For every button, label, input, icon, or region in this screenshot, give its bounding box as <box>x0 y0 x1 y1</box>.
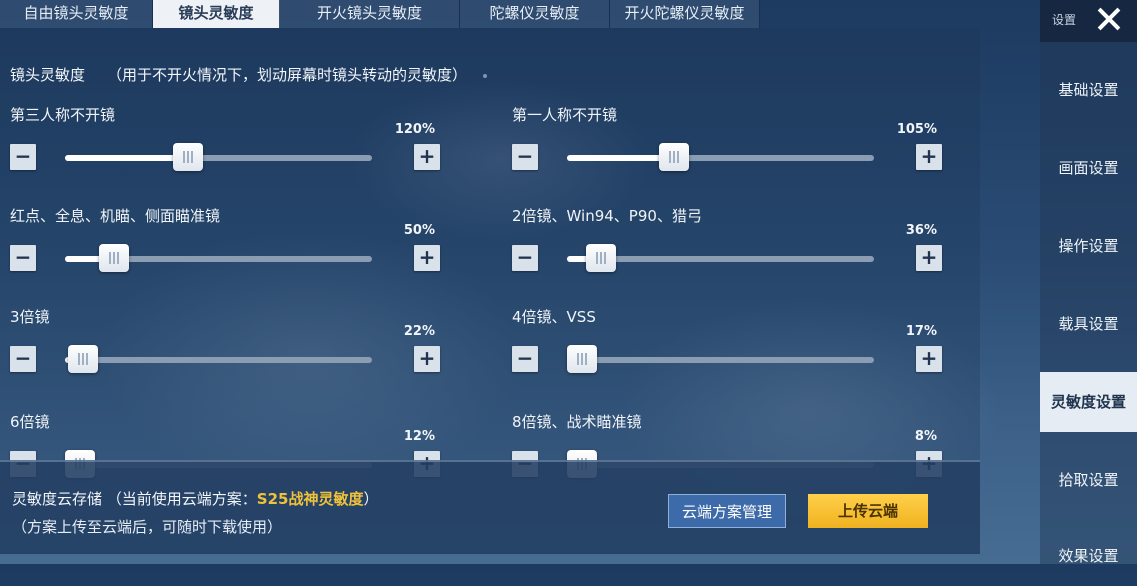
slider-track[interactable] <box>65 244 372 272</box>
slider-third-person-no-scope: 第三人称不开镜 120% − + <box>10 104 440 194</box>
increase-button[interactable]: + <box>916 346 942 372</box>
slider-fill <box>567 155 675 161</box>
slider-value: 12% <box>403 429 435 444</box>
sidebar-item-vehicle[interactable]: 载具设置 <box>1040 294 1137 354</box>
settings-sidebar: 设置 基础设置 画面设置 操作设置 载具设置 灵敏度设置 拾取设置 效果设置 <box>1040 0 1137 565</box>
slider-track[interactable] <box>65 345 372 373</box>
sidebar-header: 设置 <box>1040 0 1137 42</box>
slider-value: 17% <box>905 324 937 339</box>
slider-value: 8% <box>914 429 937 444</box>
sidebar-item-graphics[interactable]: 画面设置 <box>1040 138 1137 198</box>
decrease-button[interactable]: − <box>10 245 36 271</box>
slider-value: 120% <box>394 122 435 137</box>
slider-track[interactable] <box>567 345 874 373</box>
slider-value: 36% <box>905 223 937 238</box>
sensitivity-tab-bar: 自由镜头灵敏度 镜头灵敏度 开火镜头灵敏度 陀螺仪灵敏度 开火陀螺仪灵敏度 <box>0 0 760 28</box>
slider-4x-vss: 4倍镜、VSS 17% − + <box>512 306 942 396</box>
increase-button[interactable]: + <box>916 144 942 170</box>
slider-track[interactable] <box>65 143 372 171</box>
slider-thumb[interactable] <box>567 345 598 373</box>
cloud-plan-manage-button[interactable]: 云端方案管理 <box>668 494 786 528</box>
slider-thumb[interactable] <box>68 345 99 373</box>
section-title: 镜头灵敏度 （用于不开火情况下，划动屏幕时镜头转动的灵敏度） <box>10 64 488 85</box>
cloud-storage-bar: 灵敏度云存储 （当前使用云端方案：S25战神灵敏度） （方案上传至云端后，可随时… <box>0 460 980 554</box>
tab-fire-camera-sensitivity[interactable]: 开火镜头灵敏度 <box>280 0 460 28</box>
upload-cloud-button[interactable]: 上传云端 <box>808 494 928 528</box>
decorative-dot <box>483 73 488 78</box>
slider-label: 第一人称不开镜 <box>512 106 618 124</box>
decrease-button[interactable]: − <box>10 144 36 170</box>
slider-label: 6倍镜 <box>10 413 50 431</box>
slider-label: 8倍镜、战术瞄准镜 <box>512 413 642 431</box>
increase-button[interactable]: + <box>916 245 942 271</box>
slider-3x-scope: 3倍镜 22% − + <box>10 306 440 396</box>
section-description: （用于不开火情况下，划动屏幕时镜头转动的灵敏度） <box>107 66 468 84</box>
slider-label: 3倍镜 <box>10 308 50 326</box>
slider-thumb[interactable] <box>585 244 616 272</box>
slider-label: 第三人称不开镜 <box>10 106 116 124</box>
cloud-status-prefix: 灵敏度云存储 （当前使用云端方案： <box>12 490 257 508</box>
cloud-plan-name: S25战神灵敏度 <box>256 490 364 508</box>
slider-first-person-no-scope: 第一人称不开镜 105% − + <box>512 104 942 194</box>
slider-red-dot-holo-iron-side: 红点、全息、机瞄、侧面瞄准镜 50% − + <box>10 205 440 295</box>
slider-fill <box>65 155 188 161</box>
increase-button[interactable]: + <box>414 144 440 170</box>
tab-free-camera-sensitivity[interactable]: 自由镜头灵敏度 <box>0 0 153 28</box>
sensitivity-panel: 镜头灵敏度 （用于不开火情况下，划动屏幕时镜头转动的灵敏度） 第三人称不开镜 12… <box>0 28 980 478</box>
decrease-button[interactable]: − <box>10 346 36 372</box>
slider-label: 红点、全息、机瞄、侧面瞄准镜 <box>10 207 221 225</box>
slider-thumb[interactable] <box>172 143 203 171</box>
close-icon[interactable] <box>1094 4 1124 34</box>
sidebar-item-controls[interactable]: 操作设置 <box>1040 216 1137 276</box>
settings-header-label: 设置 <box>1052 13 1077 27</box>
tab-camera-sensitivity[interactable]: 镜头灵敏度 <box>153 0 280 28</box>
slider-value: 50% <box>403 223 435 238</box>
decrease-button[interactable]: − <box>512 144 538 170</box>
increase-button[interactable]: + <box>414 346 440 372</box>
slider-thumb[interactable] <box>99 244 130 272</box>
slider-value: 22% <box>403 324 435 339</box>
section-title-text: 镜头灵敏度 <box>10 66 86 84</box>
tab-gyroscope-sensitivity[interactable]: 陀螺仪灵敏度 <box>460 0 610 28</box>
cloud-storage-status: 灵敏度云存储 （当前使用云端方案：S25战神灵敏度） <box>12 488 378 509</box>
slider-track[interactable] <box>567 244 874 272</box>
sidebar-item-basic[interactable]: 基础设置 <box>1040 60 1137 120</box>
decrease-button[interactable]: − <box>512 245 538 271</box>
slider-thumb[interactable] <box>659 143 690 171</box>
cloud-storage-note: （方案上传至云端后，可随时下载使用） <box>12 518 283 536</box>
slider-2x-win94-p90-bow: 2倍镜、Win94、P90、猎弓 36% − + <box>512 205 942 295</box>
sidebar-item-sensitivity[interactable]: 灵敏度设置 <box>1040 372 1137 432</box>
slider-label: 2倍镜、Win94、P90、猎弓 <box>512 207 702 225</box>
slider-track[interactable] <box>567 143 874 171</box>
tab-fire-gyroscope-sensitivity[interactable]: 开火陀螺仪灵敏度 <box>610 0 760 28</box>
cloud-status-suffix: ） <box>363 490 379 508</box>
slider-value: 105% <box>896 122 937 137</box>
decrease-button[interactable]: − <box>512 346 538 372</box>
slider-label: 4倍镜、VSS <box>512 308 596 326</box>
sidebar-item-pickup[interactable]: 拾取设置 <box>1040 450 1137 510</box>
increase-button[interactable]: + <box>414 245 440 271</box>
sidebar-item-effects[interactable]: 效果设置 <box>1040 526 1137 586</box>
